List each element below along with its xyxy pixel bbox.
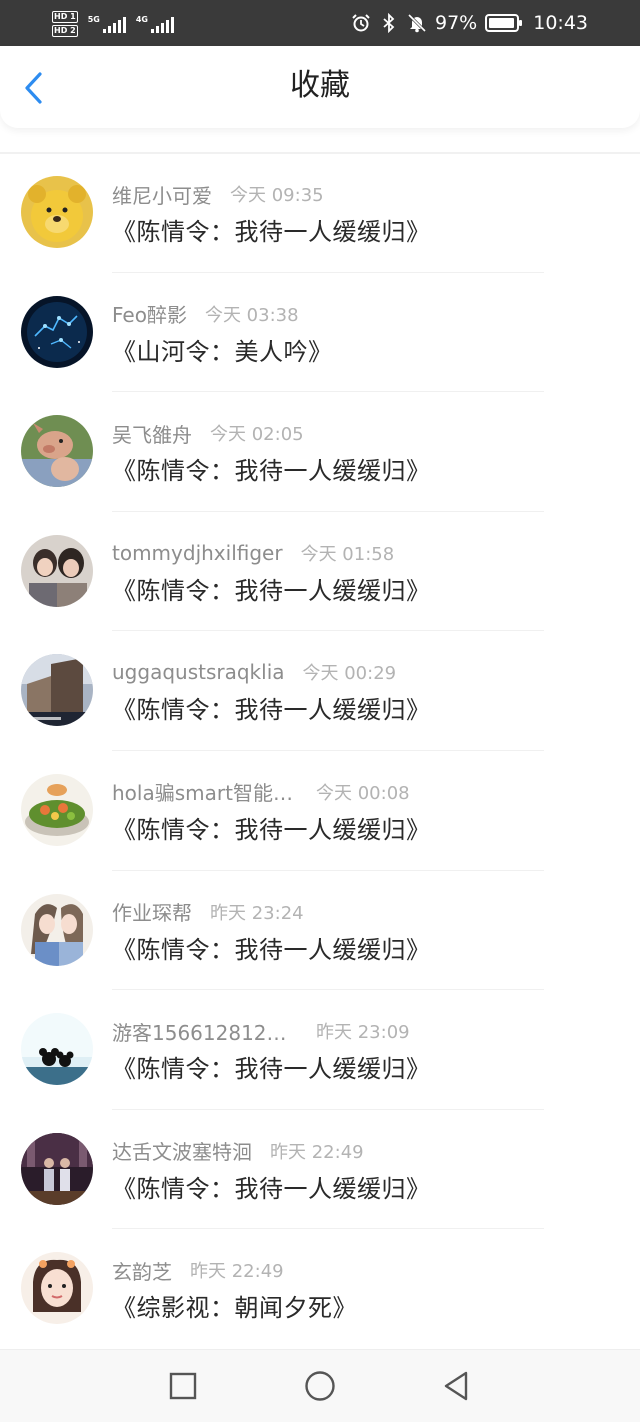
signal-4g: 4G — [136, 15, 174, 33]
avatar[interactable] — [21, 1132, 93, 1205]
sim1-badge: HD 1 — [52, 11, 78, 23]
sim2-badge: HD 2 — [52, 25, 78, 37]
signal-group: HD 1 HD 2 5G 4G — [52, 6, 174, 42]
user-name[interactable]: hola骗smart智能… — [112, 777, 298, 806]
girl-avatar-icon — [21, 1252, 93, 1325]
favorite-title[interactable]: 《陈情令：我待一人缓缓归》 — [112, 1169, 431, 1204]
avatar[interactable] — [21, 773, 93, 846]
circle-icon — [305, 1371, 335, 1401]
dance-avatar-icon — [21, 1132, 93, 1205]
user-name[interactable]: 游客1566128125… — [112, 1017, 298, 1046]
signal-bars-icon — [150, 15, 174, 33]
avatar[interactable] — [21, 1013, 93, 1086]
user-name[interactable]: 维尼小可爱 — [112, 180, 212, 209]
avatar[interactable] — [21, 893, 93, 966]
battery-icon — [485, 14, 523, 32]
salad-avatar-icon — [21, 773, 93, 846]
couple-avatar-icon — [21, 534, 93, 607]
list-item[interactable]: 游客1566128125… 昨天 23:09 《陈情令：我待一人缓缓归》 — [0, 990, 640, 1110]
recent-apps-button[interactable] — [163, 1366, 203, 1406]
clock: 10:43 — [533, 12, 588, 34]
timestamp: 今天 03:38 — [204, 304, 299, 326]
timestamp: 今天 01:58 — [300, 543, 395, 565]
timestamp: 昨天 22:49 — [190, 1261, 284, 1283]
favorite-title[interactable]: 《陈情令：我待一人缓缓归》 — [112, 810, 431, 845]
favorite-title[interactable]: 《山河令：美人吟》 — [112, 332, 333, 367]
triangle-back-icon — [444, 1371, 468, 1401]
square-icon — [169, 1372, 197, 1400]
alarm-icon — [351, 13, 371, 33]
page-title: 收藏 — [290, 68, 350, 103]
favorite-title[interactable]: 《陈情令：我待一人缓缓归》 — [112, 690, 431, 725]
list-item[interactable]: 达舌文波塞特洄 昨天 22:49 《陈情令：我待一人缓缓归》 — [0, 1110, 640, 1230]
constellation-avatar-icon — [21, 295, 93, 368]
favorites-list: 维尼小可爱 今天 09:35 《陈情令：我待一人缓缓归》 Feo醉影 今天 03… — [0, 153, 640, 1349]
list-item[interactable]: tommydjhxilfiger 今天 01:58 《陈情令：我待一人缓缓归》 — [0, 512, 640, 632]
mickey-avatar-icon — [21, 1013, 93, 1086]
user-name[interactable]: 吴飞雒舟 — [112, 419, 192, 448]
favorite-title[interactable]: 《综影视：朝闻夕死》 — [112, 1288, 357, 1323]
avatar[interactable] — [21, 415, 93, 488]
timestamp: 今天 02:05 — [210, 424, 304, 446]
anime-avatar-icon — [21, 893, 93, 966]
network-type-1: 5G — [87, 15, 100, 24]
timestamp: 今天 00:08 — [316, 782, 410, 804]
avatar[interactable] — [21, 295, 93, 368]
avatar[interactable] — [21, 176, 93, 248]
home-button[interactable] — [300, 1366, 340, 1406]
list-item[interactable]: Feo醉影 今天 03:38 《山河令：美人吟》 — [0, 273, 640, 393]
list-item[interactable]: 作业琛帮 昨天 23:24 《陈情令：我待一人缓缓归》 — [0, 871, 640, 991]
avatar[interactable] — [21, 1252, 93, 1325]
avatar[interactable] — [21, 654, 93, 727]
network-type-2: 4G — [135, 15, 148, 24]
timestamp: 昨天 23:24 — [210, 902, 304, 924]
user-name[interactable]: tommydjhxilfiger — [112, 541, 283, 565]
timestamp: 昨天 22:49 — [270, 1141, 364, 1163]
user-name[interactable]: 达舌文波塞特洄 — [112, 1136, 252, 1165]
timestamp: 今天 00:29 — [302, 663, 397, 685]
signal-5g: 5G — [88, 15, 126, 33]
list-item[interactable]: 吴飞雒舟 今天 02:05 《陈情令：我待一人缓缓归》 — [0, 392, 640, 512]
timestamp: 今天 09:35 — [230, 185, 324, 206]
list-item[interactable]: uggaqustsraqklia 今天 00:29 《陈情令：我待一人缓缓归》 — [0, 631, 640, 751]
app-header: 收藏 — [0, 46, 640, 128]
favorite-title[interactable]: 《陈情令：我待一人缓缓归》 — [112, 1049, 431, 1084]
system-nav-bar — [0, 1349, 640, 1422]
user-name[interactable]: 作业琛帮 — [112, 897, 192, 926]
favorite-title[interactable]: 《陈情令：我待一人缓缓归》 — [112, 930, 431, 965]
avatar[interactable] — [21, 534, 93, 607]
bluetooth-icon — [379, 13, 399, 33]
list-item[interactable]: 玄韵芝 昨天 22:49 《综影视：朝闻夕死》 — [0, 1229, 640, 1349]
favorite-title[interactable]: 《陈情令：我待一人缓缓归》 — [112, 571, 431, 606]
pooh-avatar-icon — [21, 176, 93, 248]
mute-icon — [407, 13, 427, 33]
user-name[interactable]: uggaqustsraqklia — [112, 660, 285, 684]
pig-avatar-icon — [21, 415, 93, 488]
signal-bars-icon — [102, 15, 126, 33]
favorite-title[interactable]: 《陈情令：我待一人缓缓归》 — [112, 212, 431, 247]
building-avatar-icon — [21, 654, 93, 727]
favorite-title[interactable]: 《陈情令：我待一人缓缓归》 — [112, 451, 431, 486]
user-name[interactable]: 玄韵芝 — [112, 1256, 172, 1285]
nav-back-button[interactable] — [436, 1366, 476, 1406]
battery-percent: 97% — [435, 12, 478, 34]
list-item[interactable]: 维尼小可爱 今天 09:35 《陈情令：我待一人缓缓归》 — [0, 153, 640, 273]
timestamp: 昨天 23:09 — [316, 1022, 410, 1044]
user-name[interactable]: Feo醉影 — [112, 299, 187, 328]
list-item[interactable]: hola骗smart智能… 今天 00:08 《陈情令：我待一人缓缓归》 — [0, 751, 640, 871]
